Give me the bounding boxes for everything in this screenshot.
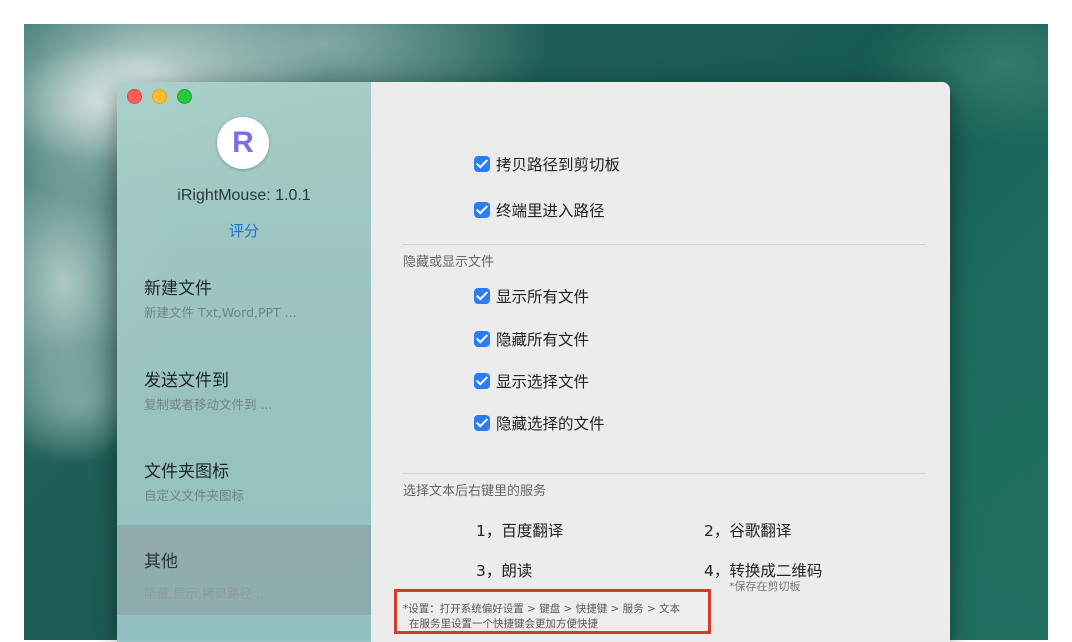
sidebar-item-subtitle: 复制或者移动文件到 ... — [144, 397, 273, 412]
shortcut-hint-box: *设置：打开系统偏好设置 > 键盘 > 快捷键 > 服务 > 文本 在服务里设置… — [394, 589, 711, 634]
show-all-files-option[interactable]: 显示所有文件 — [474, 285, 589, 307]
checkbox-checked-icon[interactable] — [474, 156, 490, 172]
maximize-window-button[interactable] — [177, 89, 192, 104]
section-label-hide-show: 隐藏或显示文件 — [403, 255, 495, 270]
terminal-path-option[interactable]: 终端里进入路径 — [474, 199, 605, 221]
option-label: 显示所有文件 — [496, 288, 590, 306]
app-logo-letter: R — [232, 126, 254, 159]
app-logo: R — [217, 117, 269, 169]
rate-link[interactable]: 评分 — [117, 220, 371, 241]
divider — [403, 473, 925, 474]
close-window-button[interactable] — [127, 89, 142, 104]
option-label: 拷贝路径到剪切板 — [496, 156, 621, 174]
option-label: 隐藏所有文件 — [496, 331, 590, 349]
service-read-aloud: 3，朗读 — [476, 562, 533, 580]
minimize-window-button[interactable] — [152, 89, 167, 104]
sidebar-item-subtitle: 新建文件 Txt,Word,PPT ... — [144, 305, 297, 320]
sidebar-item-title: 文件夹图标 — [144, 462, 229, 482]
hint-text-line: 在服务里设置一个快捷键会更加方便快捷 — [409, 618, 598, 630]
checkbox-checked-icon[interactable] — [474, 415, 490, 431]
option-label: 显示选择文件 — [496, 373, 590, 391]
sidebar-item-other[interactable]: 其他 隐藏,显示,拷贝路径 ... — [117, 525, 371, 615]
divider — [403, 244, 925, 245]
show-selected-files-option[interactable]: 显示选择文件 — [474, 370, 589, 392]
settings-panel: 拷贝路径到剪切板 终端里进入路径 隐藏或显示文件 显示所有文件 隐藏所有文件 显… — [371, 82, 950, 642]
sidebar: R iRightMouse: 1.0.1 评分 新建文件 新建文件 Txt,Wo… — [117, 82, 371, 642]
hint-text-line: *设置：打开系统偏好设置 > 键盘 > 快捷键 > 服务 > 文本 — [403, 603, 681, 615]
app-title: iRightMouse: 1.0.1 — [177, 187, 311, 204]
checkbox-checked-icon[interactable] — [474, 202, 490, 218]
option-label: 终端里进入路径 — [496, 202, 605, 220]
sidebar-item-title: 发送文件到 — [144, 371, 229, 391]
hide-selected-files-option[interactable]: 隐藏选择的文件 — [474, 412, 605, 434]
sidebar-item-title: 其他 — [144, 552, 178, 572]
checkbox-checked-icon[interactable] — [474, 373, 490, 389]
hide-all-files-option[interactable]: 隐藏所有文件 — [474, 328, 589, 350]
app-window: R iRightMouse: 1.0.1 评分 新建文件 新建文件 Txt,Wo… — [117, 82, 950, 642]
checkbox-checked-icon[interactable] — [474, 288, 490, 304]
service-baidu-translate: 1，百度翻译 — [476, 522, 564, 540]
sidebar-item-send-file[interactable]: 发送文件到 复制或者移动文件到 ... — [117, 352, 371, 442]
sidebar-item-subtitle: 隐藏,显示,拷贝路径 ... — [144, 586, 268, 601]
qr-code-note: *保存在剪切板 — [729, 580, 801, 593]
checkbox-checked-icon[interactable] — [474, 331, 490, 347]
option-label: 隐藏选择的文件 — [496, 415, 605, 433]
sidebar-item-folder-icon[interactable]: 文件夹图标 自定义文件夹图标 — [117, 443, 371, 533]
sidebar-item-title: 新建文件 — [144, 279, 212, 299]
sidebar-item-subtitle: 自定义文件夹图标 — [144, 488, 245, 503]
sidebar-item-new-file[interactable]: 新建文件 新建文件 Txt,Word,PPT ... — [117, 260, 371, 350]
service-google-translate: 2，谷歌翻译 — [704, 522, 792, 540]
section-label-services: 选择文本后右键里的服务 — [403, 484, 547, 499]
copy-path-option[interactable]: 拷贝路径到剪切板 — [474, 153, 620, 175]
